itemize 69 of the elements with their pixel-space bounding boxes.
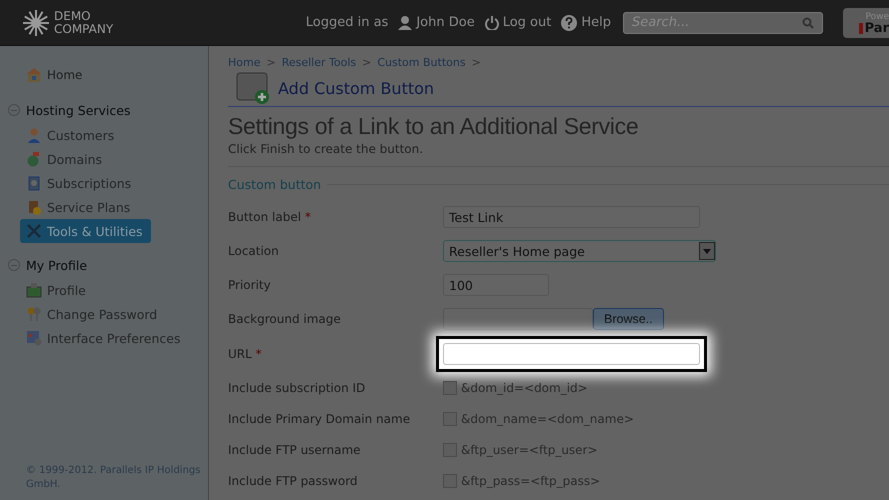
breadcrumb-separator: > <box>362 56 372 69</box>
sidebar-item[interactable]: Subscriptions <box>20 171 140 195</box>
parameter-text: &ftp_user=<ftp_user> <box>461 442 598 456</box>
checkbox[interactable] <box>443 474 457 488</box>
window-icon <box>26 330 42 346</box>
badge-brand: Par <box>864 22 889 34</box>
breadcrumb-link[interactable]: Home <box>228 56 260 69</box>
field-label: Include Primary Domain name <box>228 412 410 426</box>
field-label: Include FTP username <box>228 442 361 456</box>
breadcrumb-separator: > <box>266 56 276 69</box>
logo-text: COMPANY <box>54 22 114 36</box>
hint-text: Click Finish to create the button. <box>228 142 424 156</box>
sidebar-item[interactable]: Customers <box>20 123 122 147</box>
document-icon <box>26 175 42 191</box>
page-title: Add Custom Button <box>278 78 434 98</box>
required-mark: * <box>256 347 262 361</box>
field-label: Background image <box>228 312 341 326</box>
breadcrumb-link[interactable]: Custom Buttons <box>377 56 466 69</box>
breadcrumb-separator: > <box>472 56 481 69</box>
parameter-text: &ftp_pass=<ftp_pass> <box>461 474 600 488</box>
checkbox[interactable] <box>443 442 457 456</box>
required-mark: * <box>304 210 311 224</box>
id-card-icon <box>26 282 42 298</box>
power-icon <box>484 15 499 30</box>
sidebar-item[interactable]: Service Plans <box>20 195 138 219</box>
help-icon <box>561 14 578 30</box>
group-title: My Profile <box>26 258 88 272</box>
checkbox[interactable] <box>443 380 457 394</box>
sunburst-logo-icon <box>22 8 50 36</box>
url-field[interactable] <box>443 343 700 365</box>
globe-icon <box>26 151 42 167</box>
search-icon <box>802 16 814 28</box>
keys-icon <box>26 306 42 322</box>
field-label: Priority <box>228 278 271 292</box>
browse-button[interactable]: Browse.. <box>593 308 664 330</box>
user-icon <box>398 15 412 30</box>
priority-field[interactable]: 100 <box>443 274 549 296</box>
breadcrumb-link[interactable]: Reseller Tools <box>282 56 356 69</box>
caret-icon <box>703 248 711 254</box>
location-dropdown[interactable]: Reseller's Home page <box>443 240 716 262</box>
sidebar-item[interactable]: Home <box>8 62 208 88</box>
field-label: Include subscription ID <box>228 380 366 394</box>
collapse-icon[interactable] <box>8 259 20 271</box>
sidebar-item[interactable]: Change Password <box>20 302 166 326</box>
sidebar-item[interactable]: Domains <box>20 147 110 171</box>
sidebar-item[interactable]: Profile <box>20 278 94 302</box>
page-heading: Settings of a Link to an Additional Service <box>228 113 640 140</box>
collapse-icon[interactable] <box>8 104 20 116</box>
sidebar-item[interactable]: Interface Preferences <box>20 326 188 350</box>
user-link[interactable]: John Doe <box>416 15 475 30</box>
help-link[interactable]: Help <box>581 15 611 30</box>
field-label: Include FTP password <box>228 474 358 488</box>
parameter-text: &dom_id=<dom_id> <box>461 380 588 394</box>
section-title: Custom button <box>228 177 322 192</box>
group-title: Hosting Services <box>26 102 130 118</box>
home-icon <box>26 67 42 83</box>
checkbox[interactable] <box>443 412 457 426</box>
logo-text: DEMO <box>54 10 92 22</box>
person-icon <box>26 127 42 143</box>
parameter-text: &dom_name=<dom_name> <box>461 412 634 426</box>
text-field[interactable]: Test Link <box>443 206 700 228</box>
field-label: Location <box>228 244 279 258</box>
logged-in-label: Logged in as <box>306 15 388 30</box>
logout-link[interactable]: Log out <box>502 15 552 30</box>
field-label: URL <box>228 347 252 361</box>
sidebar-item[interactable]: Tools & Utilities <box>20 219 151 243</box>
clipboard-icon <box>26 199 42 215</box>
file-field[interactable] <box>443 308 593 330</box>
field-label: Button label <box>228 210 302 224</box>
